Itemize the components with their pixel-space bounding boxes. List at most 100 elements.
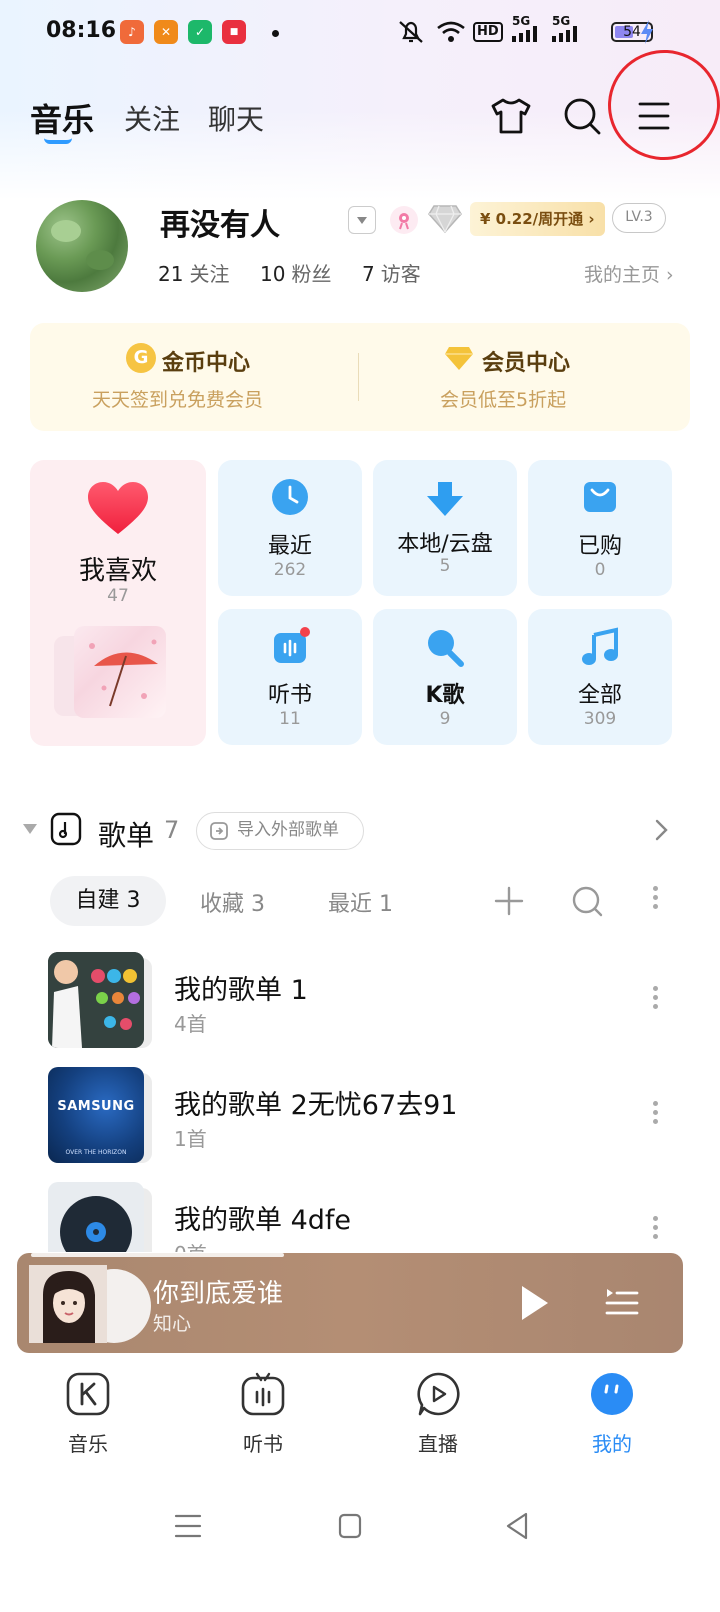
playlist-queue-icon[interactable] — [605, 1285, 639, 1319]
vip-center-title[interactable]: 会员中心 — [482, 345, 570, 377]
system-back-icon[interactable] — [498, 1508, 538, 1544]
tab-follow[interactable]: 关注 — [124, 98, 180, 138]
tshirt-icon[interactable] — [489, 94, 533, 138]
diamond-icon — [445, 347, 473, 370]
vip-promo-badge[interactable]: ¥ 0.22/周开通 › — [470, 202, 605, 236]
mini-player[interactable]: 你到底爱谁 知心 — [17, 1253, 683, 1353]
list-item[interactable]: 我的歌单 4dfe 0首 — [0, 1182, 720, 1252]
system-menu-icon[interactable] — [168, 1508, 208, 1544]
import-icon — [210, 822, 228, 840]
hd-badge: HD — [473, 22, 503, 42]
tile-count: 309 — [583, 709, 617, 729]
stat-following[interactable]: 21 关注 — [158, 258, 229, 287]
play-icon[interactable] — [517, 1283, 551, 1323]
notification-dot-icon — [272, 30, 279, 37]
badge-flower-icon — [390, 206, 418, 234]
playlist-name: 我的歌单 4dfe — [174, 1205, 352, 1236]
tile-count: 262 — [273, 560, 307, 580]
nav-label: 听书 — [243, 1432, 283, 1456]
nav-mine[interactable]: 我的 — [562, 1372, 662, 1462]
fitness-app-badge-icon: ✕ — [154, 20, 178, 44]
tile-label: 听书 — [267, 683, 312, 708]
tab-chat[interactable]: 聊天 — [208, 98, 264, 138]
tile-karaoke[interactable]: K歌 9 — [373, 609, 517, 745]
favorites-count: 47 — [107, 586, 129, 606]
tile-purchased[interactable]: 已购 0 — [528, 460, 672, 596]
heart-icon — [88, 482, 148, 534]
nav-music[interactable]: 音乐 — [38, 1372, 138, 1462]
favorites-label: 我喜欢 — [78, 556, 157, 586]
more-options-icon[interactable] — [650, 882, 660, 922]
nav-label: 我的 — [592, 1432, 632, 1456]
dropdown-icon[interactable] — [348, 206, 376, 234]
playlist-cover — [48, 1182, 144, 1252]
centers-card: G 金币中心 天天签到兑免费会员 会员中心 会员低至5折起 — [30, 323, 690, 431]
tab-active-indicator — [44, 138, 72, 144]
tab-self-created[interactable]: 自建 3 — [50, 876, 166, 926]
stat-label: 粉丝 — [291, 262, 332, 286]
more-options-icon[interactable] — [650, 982, 660, 1022]
playlist-count: 0首 — [174, 1238, 207, 1252]
divider — [358, 353, 359, 401]
system-home-icon[interactable] — [330, 1508, 370, 1544]
album-cover — [29, 1265, 107, 1343]
audiobook-icon — [274, 627, 310, 663]
nav-live[interactable]: 直播 — [388, 1372, 488, 1462]
avatar[interactable] — [36, 200, 128, 292]
profile-nav-icon — [591, 1373, 633, 1415]
playlist-cover — [48, 952, 144, 1048]
tile-all[interactable]: 全部 309 — [528, 609, 672, 745]
add-icon[interactable] — [492, 884, 526, 918]
playlist-cover: SAMSUNG OVER THE HORIZON — [48, 1067, 144, 1163]
tile-label: 最近 — [267, 534, 312, 559]
favorites-cover-image — [74, 626, 166, 718]
signal-icon — [552, 26, 577, 42]
stat-visitors[interactable]: 7 访客 — [362, 258, 421, 287]
nav-label: 音乐 — [68, 1432, 108, 1456]
tile-label: 已购 — [577, 534, 622, 559]
music-app-badge-icon: ♪ — [120, 20, 144, 44]
tab-collected[interactable]: 收藏 3 — [200, 886, 265, 918]
import-playlist-label: 导入外部歌单 — [237, 820, 339, 840]
list-item[interactable]: SAMSUNG OVER THE HORIZON 我的歌单 2无忧67去91 1… — [0, 1067, 720, 1167]
import-playlist-button[interactable]: 导入外部歌单 — [196, 812, 364, 850]
playlist-count: 1首 — [174, 1127, 207, 1151]
more-options-icon[interactable] — [650, 1097, 660, 1137]
mute-icon — [399, 21, 423, 43]
music-note-icon — [582, 627, 618, 665]
stat-label: 访客 — [380, 262, 421, 286]
more-options-icon[interactable] — [650, 1212, 660, 1252]
username[interactable]: 再没有人 — [160, 200, 280, 244]
search-icon[interactable] — [560, 94, 604, 138]
favorites-tile[interactable]: 我喜欢 47 — [30, 460, 206, 746]
download-icon — [427, 482, 463, 516]
playlist-name: 我的歌单 1 — [174, 975, 308, 1006]
green-app-badge-icon: ✓ — [188, 20, 212, 44]
collapse-triangle-icon[interactable] — [22, 822, 38, 836]
stat-value: 21 — [158, 262, 184, 286]
diamond-badge-icon — [428, 205, 462, 234]
search-playlist-icon[interactable] — [570, 884, 604, 918]
playlist-count: 4首 — [174, 1012, 207, 1036]
homepage-link[interactable]: 我的主页 › — [584, 260, 674, 287]
vip-center-subtitle[interactable]: 会员低至5折起 — [440, 385, 566, 412]
microphone-icon — [428, 630, 464, 667]
nav-audiobook[interactable]: 听书 — [213, 1372, 313, 1462]
list-item[interactable]: 我的歌单 1 4首 — [0, 952, 720, 1052]
tab-music[interactable]: 音乐 — [30, 95, 94, 141]
tile-audiobook[interactable]: 听书 11 — [218, 609, 362, 745]
cover-sub-text: OVER THE HORIZON — [65, 1149, 127, 1156]
tile-recent[interactable]: 最近 262 — [218, 460, 362, 596]
tile-local-cloud[interactable]: 本地/云盘 5 — [373, 460, 517, 596]
playlist-name: 我的歌单 2无忧67去91 — [174, 1090, 458, 1121]
stat-value: 7 — [362, 262, 375, 286]
charging-icon — [641, 20, 653, 44]
chevron-right-icon[interactable] — [652, 818, 670, 842]
status-bar: 08:16 ♪ ✕ ✓ ■ HD 5G 5G 54 — [0, 0, 720, 64]
coin-center-subtitle[interactable]: 天天签到兑免费会员 — [92, 385, 263, 412]
tab-recent-playlists[interactable]: 最近 1 — [328, 886, 393, 918]
coin-center-title[interactable]: 金币中心 — [162, 345, 250, 377]
stat-fans[interactable]: 10 粉丝 — [260, 258, 331, 287]
cover-brand-text: SAMSUNG — [57, 1099, 135, 1114]
tile-count: 11 — [279, 709, 301, 729]
